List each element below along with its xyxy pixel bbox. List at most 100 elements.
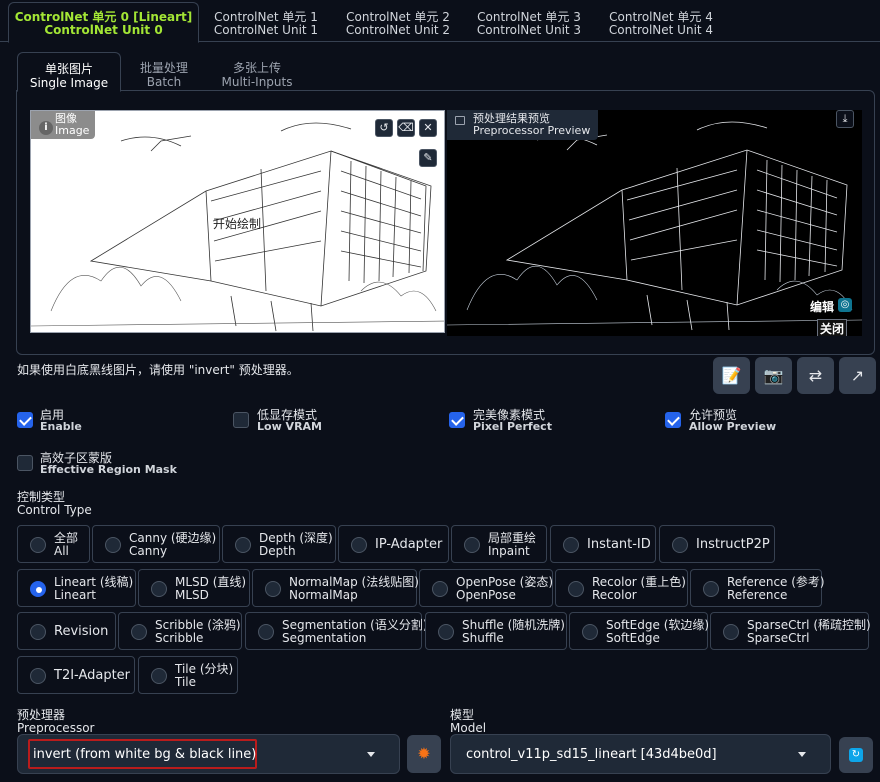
radio-all[interactable]: 全部 All xyxy=(17,525,90,563)
radio-label: InstructP2P xyxy=(696,537,770,552)
tab-unit-2-sublabel: ControlNet Unit 2 xyxy=(345,23,451,37)
radio-dot xyxy=(258,624,274,640)
radio-instructp2p[interactable]: InstructP2P xyxy=(659,525,775,563)
radio-reference[interactable]: Reference (参考) Reference xyxy=(690,569,825,607)
refresh-button[interactable]: ↻ xyxy=(839,737,873,773)
control-type-label-en: Control Type xyxy=(17,503,92,517)
send-dimensions-button[interactable]: ↗ xyxy=(839,357,876,394)
tab-batch[interactable]: 批量处理 Batch xyxy=(124,52,204,91)
preprocessor-select[interactable]: invert (from white bg & black line) xyxy=(17,734,400,774)
radio-label: T2I-Adapter xyxy=(54,668,131,683)
radio-label-en: OpenPose xyxy=(456,588,516,602)
radio-label-en: Segmentation xyxy=(282,631,367,645)
tab-unit-1[interactable]: ControlNet 单元 1 ControlNet Unit 1 xyxy=(202,2,330,42)
radio-dot xyxy=(438,624,454,640)
radio-label: MLSD (直线) MLSD xyxy=(175,576,246,602)
close-button[interactable]: 关闭 xyxy=(817,319,848,336)
swap-button[interactable]: ⇄ xyxy=(797,357,834,394)
preview-label: 预处理结果预览 Preprocessor Preview xyxy=(447,110,599,140)
tab-multi-inputs[interactable]: 多张上传 Multi-Inputs xyxy=(214,52,300,91)
radio-dot xyxy=(432,581,448,597)
image-canvas[interactable]: 图像 Image i 开始绘制 ↺ ⌫ ✕ ✎ xyxy=(30,110,445,333)
radio-dot xyxy=(723,624,739,640)
radio-canny[interactable]: Canny (硬边缘) Canny xyxy=(92,525,220,563)
tab-unit-3[interactable]: ControlNet 单元 3 ControlNet Unit 3 xyxy=(465,2,593,42)
radio-label: Tile (分块) Tile xyxy=(175,663,233,689)
brush-icon[interactable]: ✎ xyxy=(419,149,437,167)
radio-dot xyxy=(105,537,121,553)
radio-label-en: All xyxy=(54,544,69,558)
radio-label: Lineart (线稿) Lineart xyxy=(54,576,133,602)
preprocessor-value: invert (from white bg & black line) xyxy=(33,747,257,762)
radio-label-en: SparseCtrl xyxy=(747,631,810,645)
image-icon xyxy=(455,116,465,125)
eraser-icon[interactable]: ⌫ xyxy=(397,119,415,137)
pixel-perfect-label: 完美像素模式 Pixel Perfect xyxy=(473,409,552,433)
run-preprocessor-button[interactable]: ✹ xyxy=(407,735,441,773)
radio-dot xyxy=(151,668,167,684)
model-select[interactable]: control_v11p_sd15_lineart [43d4be0d] xyxy=(450,734,831,774)
low-vram-checkbox[interactable] xyxy=(233,412,249,428)
undo-icon[interactable]: ↺ xyxy=(375,119,393,137)
radio-label: SoftEdge (软边缘) SoftEdge xyxy=(606,619,709,645)
camera-button[interactable]: 📷 xyxy=(755,357,792,394)
radio-dot xyxy=(30,624,46,640)
tab-unit-4[interactable]: ControlNet 单元 4 ControlNet Unit 4 xyxy=(597,2,725,42)
radio-label-en: Reference xyxy=(727,588,788,602)
radio-dot xyxy=(30,537,46,553)
radio-label-en: SoftEdge xyxy=(606,631,660,645)
radio-dot xyxy=(703,581,719,597)
radio-segmentation[interactable]: Segmentation (语义分割) Segmentation xyxy=(245,612,428,650)
arrow-up-right-icon: ↗ xyxy=(850,366,865,385)
radio-label-en: Shuffle xyxy=(462,631,504,645)
upload-button[interactable]: 📝 xyxy=(713,357,750,394)
radio-dot xyxy=(151,581,167,597)
radio-label: Reference (参考) Reference xyxy=(727,576,825,602)
radio-label: Revision xyxy=(54,624,109,639)
tab-unit-1-sublabel: ControlNet Unit 1 xyxy=(213,23,319,37)
pixel-perfect-checkbox[interactable] xyxy=(449,412,465,428)
radio-label-en: Scribble xyxy=(155,631,204,645)
enable-checkbox[interactable] xyxy=(17,412,33,428)
radio-openpose[interactable]: OpenPose (姿态) OpenPose xyxy=(419,569,553,607)
radio-label-en: Recolor xyxy=(592,588,637,602)
radio-label: Canny (硬边缘) Canny xyxy=(129,532,216,558)
radio-inpaint[interactable]: 局部重绘 Inpaint xyxy=(451,525,547,563)
radio-instant-id[interactable]: Instant-ID xyxy=(550,525,656,563)
preview-drawing xyxy=(447,121,862,331)
preprocessor-preview: 预处理结果预览 Preprocessor Preview ⤓ 编辑 ◎ 关闭 xyxy=(447,110,862,336)
radio-depth[interactable]: Depth (深度) Depth xyxy=(222,525,336,563)
download-icon[interactable]: ⤓ xyxy=(836,110,854,128)
radio-normalmap[interactable]: NormalMap (法线贴图) NormalMap xyxy=(252,569,419,607)
tab-unit-2[interactable]: ControlNet 单元 2 ControlNet Unit 2 xyxy=(334,2,462,42)
radio-softedge[interactable]: SoftEdge (软边缘) SoftEdge xyxy=(569,612,709,650)
radio-recolor[interactable]: Recolor (重上色) Recolor xyxy=(555,569,688,607)
radio-mlsd[interactable]: MLSD (直线) MLSD xyxy=(138,569,250,607)
radio-dot xyxy=(582,624,598,640)
tab-single-image[interactable]: 单张图片 Single Image xyxy=(17,52,121,92)
region-mask-checkbox[interactable] xyxy=(17,455,33,471)
radio-ip-adapter[interactable]: IP-Adapter xyxy=(338,525,449,563)
radio-lineart[interactable]: Lineart (线稿) Lineart xyxy=(17,569,136,607)
camera-icon: 📷 xyxy=(763,366,784,385)
allow-preview-checkbox[interactable] xyxy=(665,412,681,428)
edit-button[interactable]: 编辑 xyxy=(810,298,834,315)
radio-revision[interactable]: Revision xyxy=(17,612,116,650)
radio-tile[interactable]: Tile (分块) Tile xyxy=(138,656,238,694)
radio-label: NormalMap (法线贴图) NormalMap xyxy=(289,576,419,602)
edit-icon[interactable]: ◎ xyxy=(838,298,852,312)
radio-label: OpenPose (姿态) OpenPose xyxy=(456,576,553,602)
radio-label: SparseCtrl (稀疏控制) SparseCtrl xyxy=(747,619,871,645)
radio-label-en: Tile xyxy=(175,675,197,689)
radio-sparsectrl[interactable]: SparseCtrl (稀疏控制) SparseCtrl xyxy=(710,612,871,650)
radio-label: Depth (深度) Depth xyxy=(259,532,333,558)
radio-label: Shuffle (随机洗牌) Shuffle xyxy=(462,619,565,645)
close-icon[interactable]: ✕ xyxy=(419,119,437,137)
tab-batch-sublabel: Batch xyxy=(146,75,182,89)
radio-shuffle[interactable]: Shuffle (随机洗牌) Shuffle xyxy=(425,612,567,650)
radio-scribble[interactable]: Scribble (涂鸦) Scribble xyxy=(118,612,242,650)
image-label-en: Image xyxy=(55,124,90,137)
swap-icon: ⇄ xyxy=(808,366,823,385)
tab-unit-0[interactable]: ControlNet 单元 0 [Lineart] ControlNet Uni… xyxy=(8,2,199,43)
radio-t2i-adapter[interactable]: T2I-Adapter xyxy=(17,656,135,694)
